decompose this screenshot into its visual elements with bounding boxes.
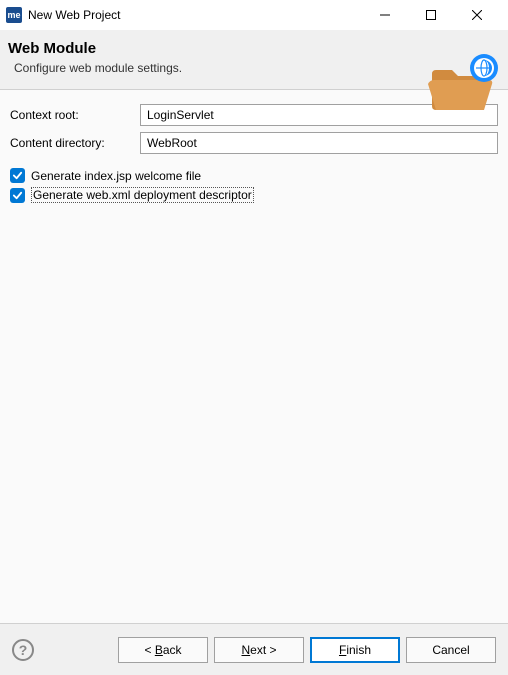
finish-button[interactable]: Finish [310,637,400,663]
minimize-button[interactable] [362,0,408,30]
generate-jsp-row: Generate index.jsp welcome file [10,168,498,183]
next-button[interactable]: Next > [214,637,304,663]
generate-jsp-checkbox[interactable] [10,168,25,183]
help-icon[interactable]: ? [12,639,34,661]
wizard-footer: ? < Back Next > Finish Cancel [0,623,508,675]
wizard-content: Context root: Content directory: Generat… [0,90,508,634]
maximize-button[interactable] [408,0,454,30]
window-controls [362,0,500,30]
app-icon: me [6,7,22,23]
content-directory-row: Content directory: [10,132,498,154]
generate-webxml-row: Generate web.xml deployment descriptor [10,187,498,203]
context-root-row: Context root: [10,104,498,126]
page-subtitle: Configure web module settings. [14,61,496,75]
back-button[interactable]: < Back [118,637,208,663]
page-title: Web Module [8,40,496,57]
content-directory-input[interactable] [140,132,498,154]
cancel-button[interactable]: Cancel [406,637,496,663]
generate-webxml-label[interactable]: Generate web.xml deployment descriptor [31,187,254,203]
context-root-label: Context root: [10,108,140,122]
close-button[interactable] [454,0,500,30]
title-bar: me New Web Project [0,0,508,30]
window-title: New Web Project [28,8,362,22]
content-directory-label: Content directory: [10,136,140,150]
generate-jsp-label[interactable]: Generate index.jsp welcome file [31,169,201,183]
wizard-header: Web Module Configure web module settings… [0,30,508,90]
wizard-banner-icon [426,54,498,117]
generate-webxml-checkbox[interactable] [10,188,25,203]
